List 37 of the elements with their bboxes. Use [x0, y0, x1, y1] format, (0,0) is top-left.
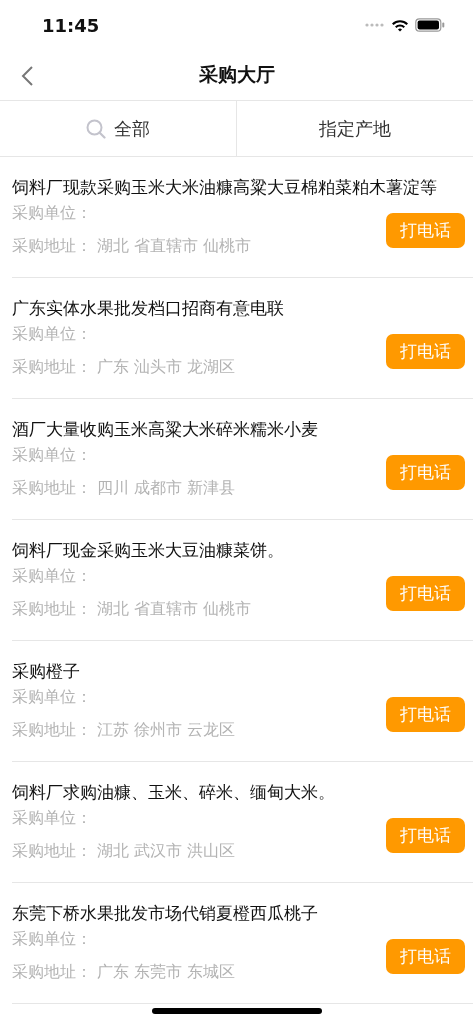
call-button[interactable]: 打电话 [386, 333, 465, 369]
call-button[interactable]: 打电话 [386, 696, 465, 732]
battery-icon [415, 18, 445, 32]
call-button[interactable]: 打电话 [386, 575, 465, 611]
search-icon [86, 118, 106, 139]
purchase-address: 采购地址： 湖北 武汉市 洪山区 [12, 841, 236, 862]
buyer-label: 采购单位： [12, 687, 93, 708]
status-time: 11:45 [42, 14, 100, 36]
buyer-label: 采购单位： [12, 808, 93, 829]
purchase-address: 采购地址： 广东 东莞市 东城区 [12, 962, 236, 983]
purchase-title: 采购橙子 [12, 661, 81, 681]
purchase-title: 饲料厂现款采购玉米大米油糠高粱大豆棉粕菜粕木薯淀等 [12, 177, 438, 197]
purchase-address: 采购地址： 广东 汕头市 龙湖区 [12, 357, 236, 378]
purchase-title: 广东实体水果批发档口招商有意电联 [12, 298, 285, 318]
buyer-label: 采购单位： [12, 203, 93, 224]
purchase-title: 酒厂大量收购玉米高粱大米碎米糯米小麦 [12, 419, 319, 439]
purchase-address: 采购地址： 湖北 省直辖市 仙桃市 [12, 236, 252, 257]
purchase-title: 饲料厂现金采购玉米大豆油糠菜饼。 [12, 540, 285, 560]
purchase-address: 采购地址： 四川 成都市 新津县 [12, 478, 236, 499]
buyer-label: 采购单位： [12, 929, 93, 950]
buyer-label: 采购单位： [12, 566, 93, 587]
purchase-address: 采购地址： 湖北 省直辖市 仙桃市 [12, 599, 252, 620]
buyer-label: 采购单位： [12, 445, 93, 466]
purchase-address: 采购地址： 江苏 徐州市 云龙区 [12, 720, 236, 741]
call-button[interactable]: 打电话 [386, 938, 465, 974]
filter-tab[interactable]: 指定产地 [319, 116, 391, 141]
back-icon[interactable] [20, 65, 34, 87]
signal-dots-icon [365, 23, 385, 27]
filter-tab[interactable]: 全部 [114, 116, 150, 141]
page-title: 采购大厅 [198, 62, 275, 87]
purchase-title: 东莞下桥水果批发市场代销夏橙西瓜桃子 [12, 903, 319, 923]
buyer-label: 采购单位： [12, 324, 93, 345]
wifi-icon [391, 18, 409, 32]
call-button[interactable]: 打电话 [386, 454, 465, 490]
call-button[interactable]: 打电话 [386, 212, 465, 248]
purchase-title: 饲料厂求购油糠、玉米、碎米、缅甸大米。 [12, 782, 336, 802]
call-button[interactable]: 打电话 [386, 817, 465, 853]
